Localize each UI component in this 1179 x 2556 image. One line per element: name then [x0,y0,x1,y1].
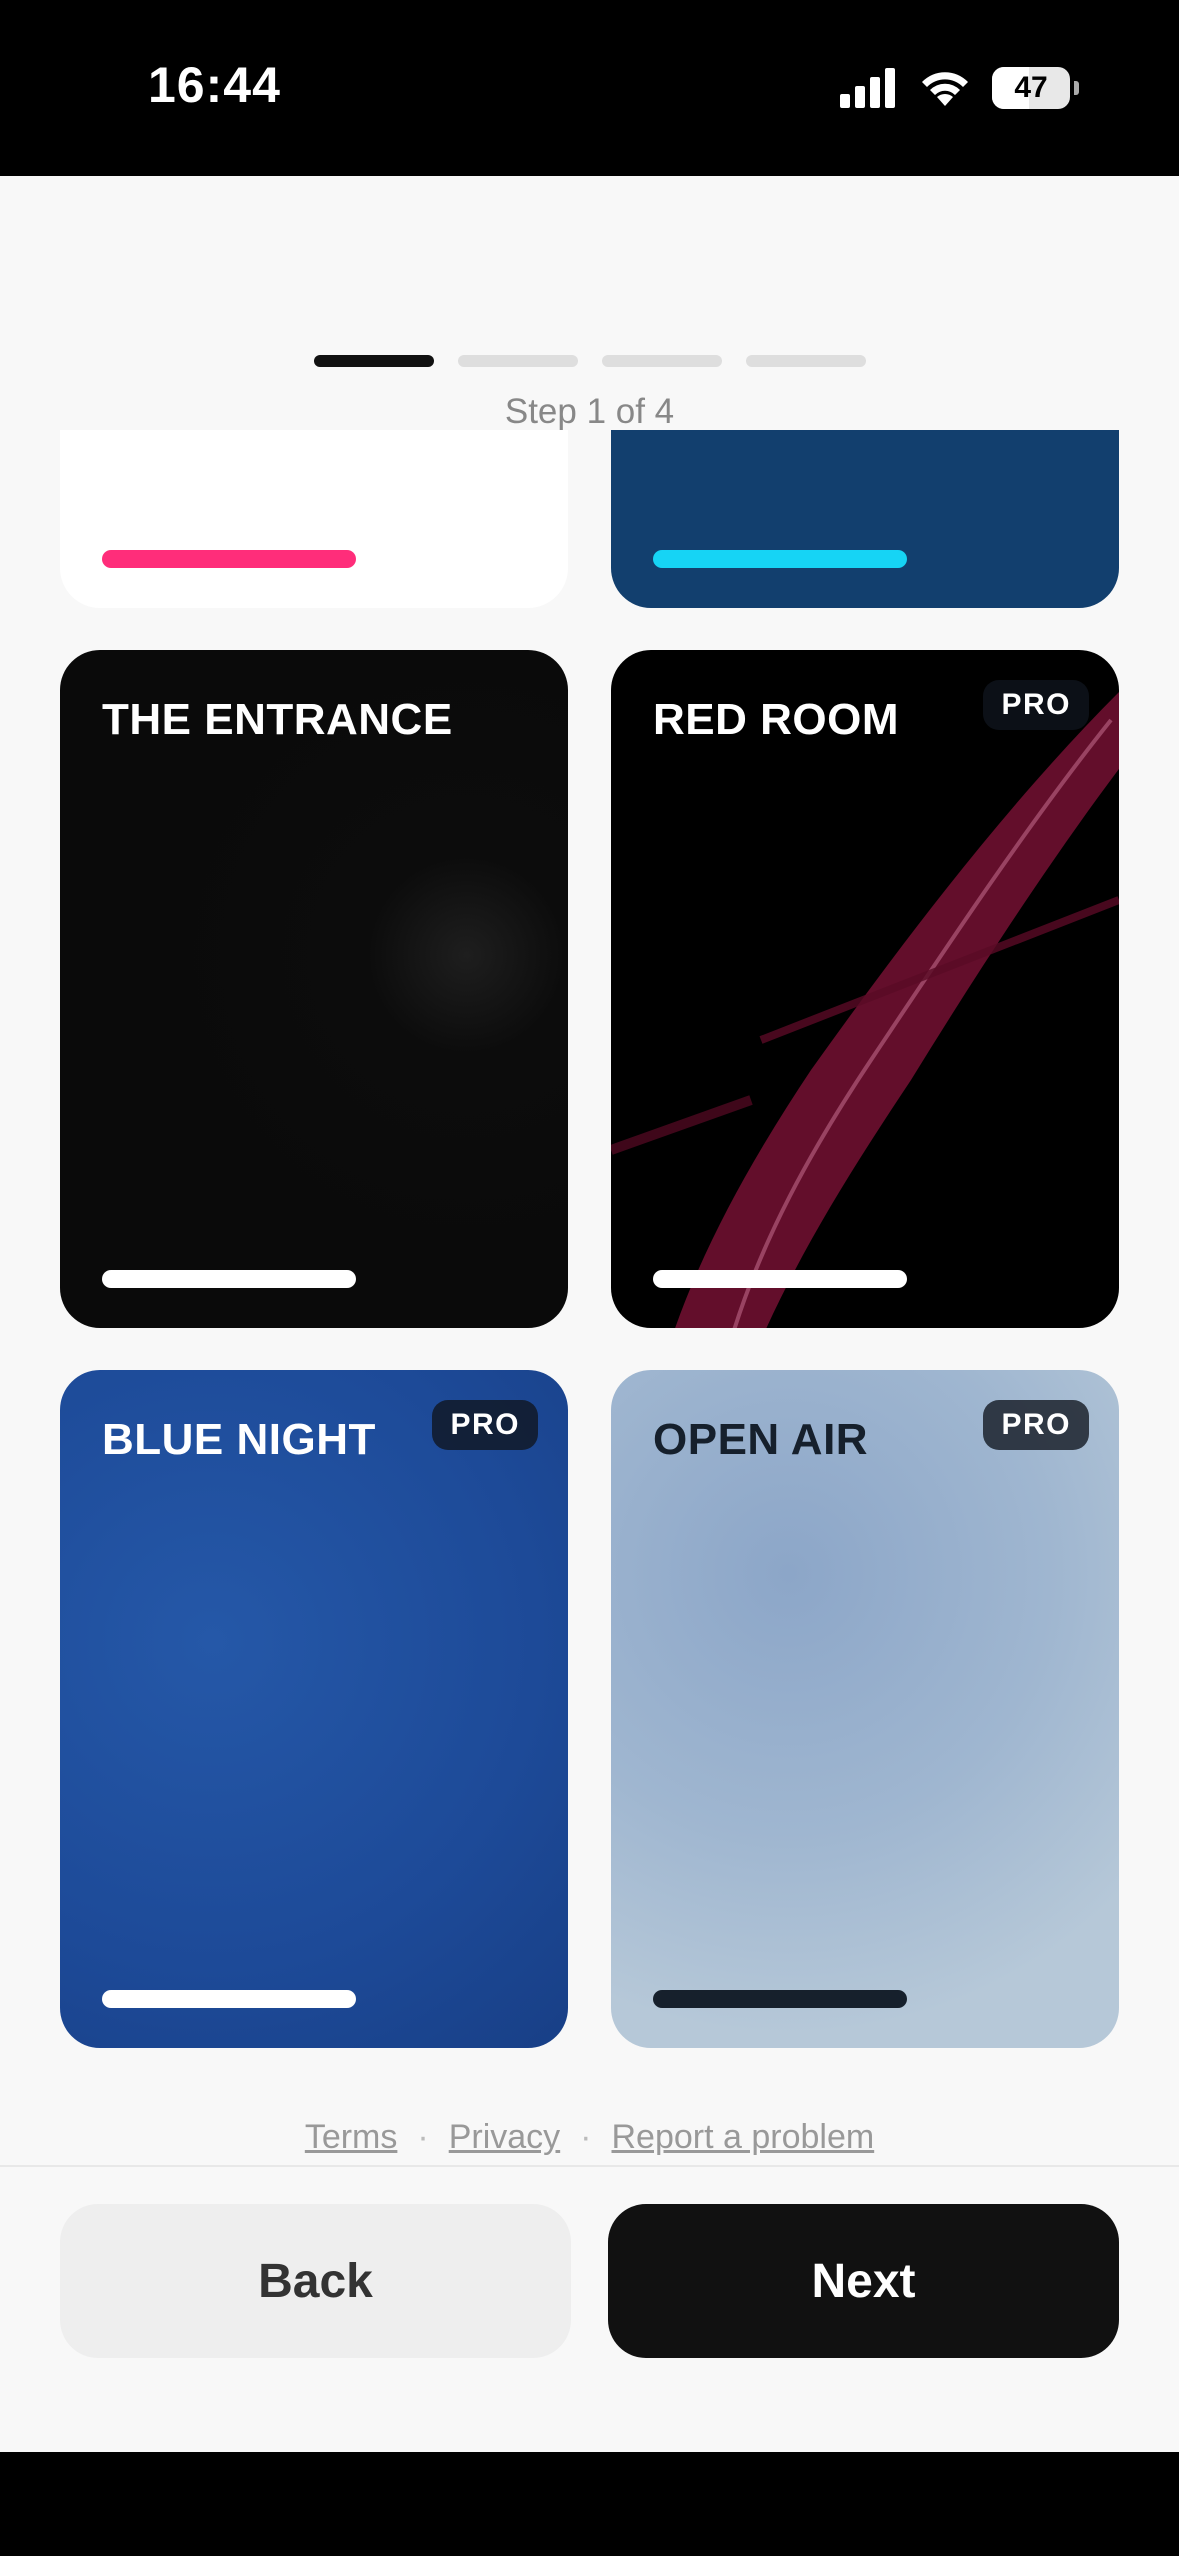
separator: · [417,2118,429,2156]
theme-card-top-right[interactable] [611,430,1119,608]
pro-badge: PRO [983,680,1089,730]
card-bar [653,1270,907,1288]
battery-nub [1074,81,1079,95]
report-problem-link[interactable]: Report a problem [612,2118,875,2157]
wifi-icon [922,72,968,106]
progress-segment-4 [745,355,866,367]
back-button[interactable]: Back [60,2204,571,2358]
progress-segment-2 [457,355,578,367]
battery-icon: 47 [992,67,1070,109]
pro-badge: PRO [983,1400,1089,1450]
bottom-bar [0,2452,1179,2556]
card-title: THE ENTRANCE [102,695,453,744]
footer-links: Terms · Privacy · Report a problem [0,2118,1179,2157]
status-time: 16:44 [148,57,281,113]
progress-segment-1 [313,355,434,367]
theme-card-red-room[interactable]: RED ROOM PRO [611,650,1119,1328]
card-bar [102,550,356,568]
theme-card-blue-night[interactable]: BLUE NIGHT PRO [60,1370,568,2048]
card-title: RED ROOM [653,695,899,744]
red-room-light-streak [611,692,1119,1328]
divider [0,2165,1179,2167]
pro-badge: PRO [432,1400,538,1450]
terms-link[interactable]: Terms [305,2118,398,2157]
theme-card-the-entrance[interactable]: THE ENTRANCE [60,650,568,1328]
status-icons: 47 [840,64,1079,112]
step-label: Step 1 of 4 [504,392,675,431]
separator: · [580,2118,592,2156]
card-bar [653,1990,907,2008]
progress-segment-3 [601,355,722,367]
card-title: BLUE NIGHT [102,1415,376,1464]
theme-card-top-left[interactable] [60,430,568,608]
card-bar [653,550,907,568]
card-bar [102,1990,356,2008]
cellular-signal-icon [840,68,895,108]
battery-level: 47 [1014,71,1048,104]
card-title: OPEN AIR [653,1415,869,1464]
theme-card-open-air[interactable]: OPEN AIR PRO [611,1370,1119,2048]
step-progress [0,355,1179,367]
card-bar [102,1270,356,1288]
status-bar: 16:44 47 [0,0,1179,176]
next-button[interactable]: Next [608,2204,1119,2358]
privacy-link[interactable]: Privacy [449,2118,560,2157]
